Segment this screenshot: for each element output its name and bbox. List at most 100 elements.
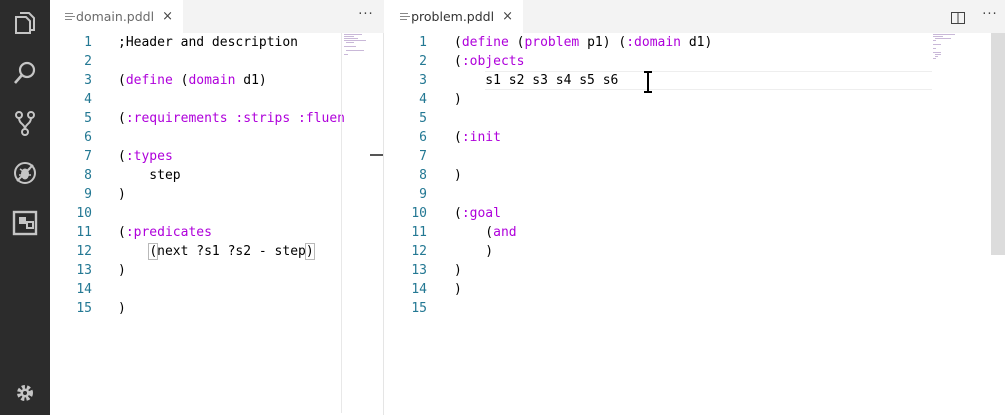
line-number: 12 [411,244,427,259]
code-text: (:goal [454,204,501,223]
line-number: 11 [76,225,92,240]
code-token: ( [148,243,159,260]
code-token: step [118,168,181,183]
line-number: 7 [419,149,427,164]
close-icon[interactable]: × [502,9,513,24]
code-text: ) [454,166,462,185]
keyword-token: :objects [461,54,525,69]
code-text: (:init [454,128,501,147]
keyword-token: :predicates [125,225,212,240]
text-cursor-ibeam-icon [643,71,653,93]
keyword-token: :strips [235,111,291,126]
keyword-token: domain [188,73,236,88]
code-token: ;Header and description [118,35,299,50]
code-text: ) [454,242,493,261]
more-actions-icon[interactable]: ··· [981,8,999,24]
keyword-token: :types [125,149,173,164]
line-number: 10 [411,206,427,221]
line-number: 11 [411,225,427,240]
line-number: 8 [419,168,427,183]
code-token: ( [118,111,126,126]
line-number: 3 [84,73,92,88]
debug-icon[interactable] [12,160,38,186]
line-number: 4 [419,92,427,107]
code-line: 10 [50,204,384,223]
line-number: 5 [84,111,92,126]
line-number: 15 [76,301,92,316]
code-token: ( [172,73,189,88]
settings-gear-icon[interactable] [12,380,38,406]
code-line: 12 ) [385,242,1005,261]
close-icon[interactable]: × [162,9,173,24]
code-line: 1 ;Header and description [50,33,384,52]
line-number: 9 [84,187,92,202]
keyword-token: :goal [461,206,501,221]
code-token: ) [304,243,315,260]
code-line: 2 [50,52,384,71]
code-text: ) [118,299,126,318]
keyword-token: define [125,73,173,88]
code-line: 3 (define (domain d1) [50,71,384,90]
code-line: 8) [385,166,1005,185]
keyword-token: :fluen [298,111,345,126]
line-number: 6 [419,130,427,145]
code-line: 9) [50,185,384,204]
more-actions-icon[interactable]: ··· [357,8,375,24]
left-minimap[interactable] [341,33,382,413]
tab-filename: domain.pddl [76,9,155,24]
line-number: 1 [419,35,427,50]
code-line: 4) [385,90,1005,109]
keyword-token: problem [524,35,580,50]
source-control-icon[interactable] [12,110,38,136]
code-token: s1 s2 s3 s4 s5 s6 [454,73,619,88]
code-line: 15 [385,299,1005,318]
code-token: ) [454,92,462,107]
code-token: ( [508,35,525,50]
right-minimap[interactable] [931,33,989,415]
right-scrollbar-thumb[interactable] [991,33,1005,255]
explorer-icon[interactable] [12,10,38,36]
code-token: ) [118,301,126,316]
line-number: 5 [419,111,427,126]
line-number: 7 [84,149,92,164]
code-line: 11 (and [385,223,1005,242]
code-line: 10 (:goal [385,204,1005,223]
left-tab-bar: domain.pddl × ··· [50,0,384,33]
left-code-editor[interactable]: 1 ;Header and description 2 3 (define (domai… [50,33,384,415]
code-text: (define (domain d1) [118,71,267,90]
code-text: step [118,166,181,185]
line-number: 14 [411,282,427,297]
line-number: 8 [84,168,92,183]
tab-domain-pddl[interactable]: domain.pddl × [50,0,183,33]
code-line: 8 step [50,166,384,185]
code-line: 14) [385,280,1005,299]
right-code-editor[interactable]: 1 (define (problem p1) (:domain d1) 2 (:obj… [385,33,1005,415]
code-text: (:predicates [118,223,212,242]
code-token: d1) [235,73,267,88]
code-text: ;Header and description [118,33,298,52]
line-number: 14 [76,282,92,297]
search-icon[interactable] [12,60,38,86]
code-line: 5 (:requirements :strips :fluen [50,109,384,128]
file-icon [400,12,410,22]
tab-problem-pddl[interactable]: problem.pddl × [385,0,523,33]
split-editor-icon[interactable] [951,9,965,24]
code-line: 11 (:predicates [50,223,384,242]
line-number: 10 [76,206,92,221]
line-number: 13 [76,263,92,278]
code-text: (define (problem p1) (:domain d1) [454,33,712,52]
code-line: 14 [50,280,384,299]
right-tab-bar: problem.pddl × ··· [385,0,1005,33]
code-text: ) [118,261,126,280]
line-number: 2 [84,54,92,69]
code-line: 4 [50,90,384,109]
extensions-icon[interactable] [12,210,38,236]
code-text: ) [454,261,462,280]
code-token: ) [454,282,462,297]
code-token: ) [454,244,494,259]
code-token: ) [118,263,126,278]
keyword-token: define [461,35,509,50]
code-token: ) [454,263,462,278]
left-scroll-position-marker [370,154,384,156]
line-number: 6 [84,130,92,145]
